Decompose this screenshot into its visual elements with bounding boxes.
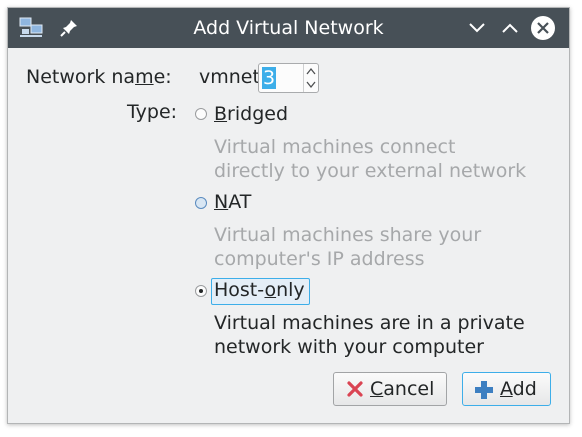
- add-button[interactable]: Add: [462, 372, 551, 406]
- type-label: Type:: [127, 101, 178, 123]
- spin-down-icon: [306, 81, 316, 89]
- spin-up-icon: [306, 67, 316, 75]
- nat-radio[interactable]: [195, 197, 207, 209]
- plus-icon: [474, 380, 494, 405]
- cancel-button[interactable]: Cancel: [333, 372, 447, 406]
- network-prefix-label: vmnet: [199, 66, 260, 88]
- add-button-label: Add: [500, 378, 537, 400]
- close-icon[interactable]: [530, 15, 556, 41]
- nat-option-label[interactable]: NAT: [214, 191, 251, 213]
- add-virtual-network-dialog: Add Virtual Network Network name: vmnet …: [7, 7, 570, 424]
- spin-arrows[interactable]: [303, 64, 318, 92]
- host-only-description: Virtual machines are in a private networ…: [214, 312, 525, 358]
- cancel-button-label: Cancel: [370, 378, 435, 400]
- bridged-option-label[interactable]: Bridged: [214, 103, 288, 125]
- network-name-label: Network name:: [26, 66, 172, 88]
- bridged-description: Virtual machines connect directly to you…: [214, 136, 527, 182]
- bridged-radio[interactable]: [195, 108, 207, 120]
- maximize-icon[interactable]: [497, 15, 523, 41]
- network-number-value[interactable]: 3: [262, 67, 277, 89]
- minimize-icon[interactable]: [464, 15, 490, 41]
- cancel-icon: [346, 380, 364, 403]
- title-bar[interactable]: Add Virtual Network: [8, 8, 569, 48]
- host-only-radio[interactable]: [195, 285, 207, 297]
- nat-description: Virtual machines share your computer's I…: [214, 224, 482, 270]
- network-number-spinbox[interactable]: 3: [258, 63, 319, 93]
- host-only-option-label[interactable]: Host-only: [214, 279, 305, 301]
